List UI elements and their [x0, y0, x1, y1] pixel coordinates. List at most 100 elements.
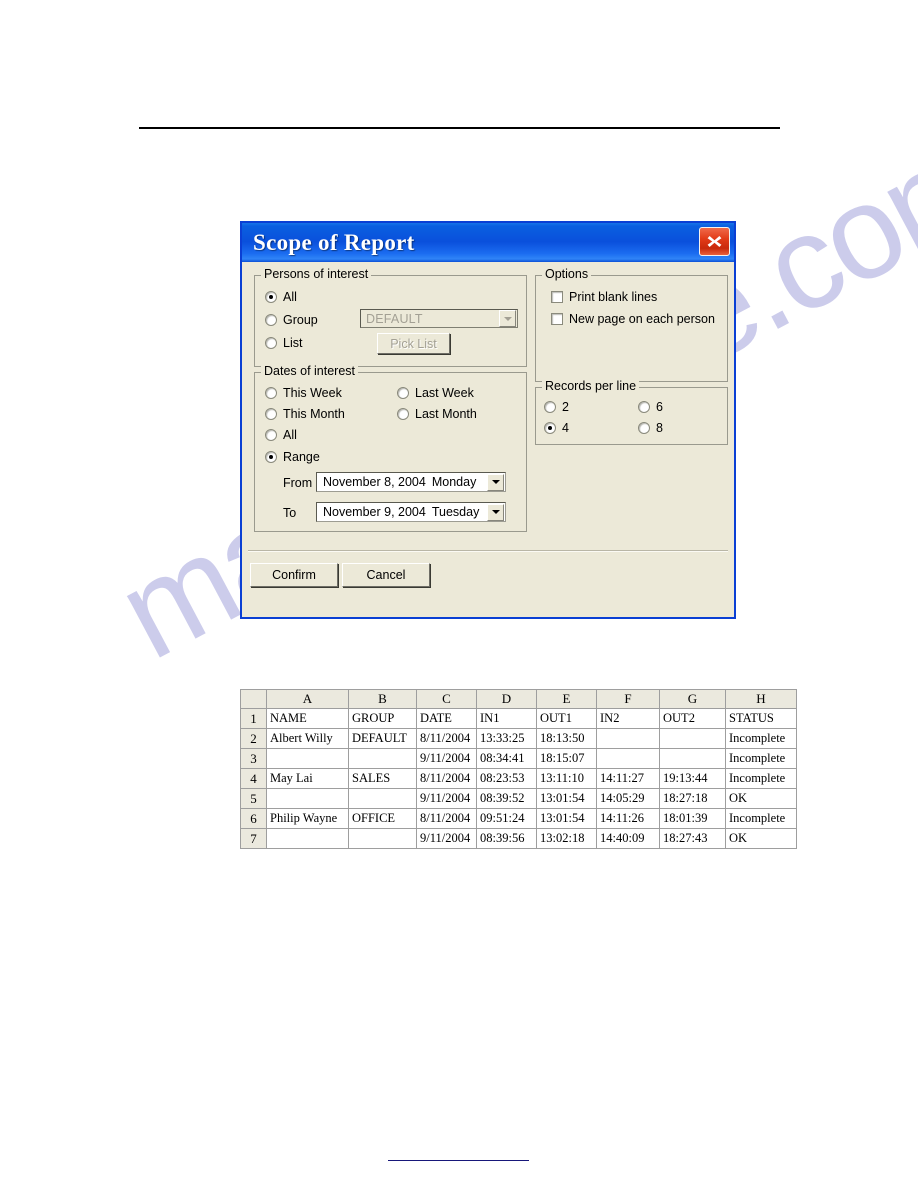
cell[interactable]: Incomplete — [725, 808, 797, 829]
chevron-down-icon[interactable] — [487, 503, 504, 521]
cell[interactable]: IN2 — [596, 708, 660, 729]
cell[interactable]: Incomplete — [725, 768, 797, 789]
cell[interactable]: 9/11/2004 — [416, 748, 477, 769]
cell[interactable]: DEFAULT — [348, 728, 417, 749]
radio-dates-last-week[interactable]: Last Week — [397, 386, 474, 400]
cell[interactable] — [659, 728, 726, 749]
from-date-field[interactable]: November 8, 2004 Monday — [316, 472, 506, 492]
persons-of-interest-group: Persons of interest All Group List DEFAU… — [254, 268, 527, 367]
cell[interactable] — [659, 748, 726, 769]
radio-persons-group[interactable]: Group — [265, 313, 318, 327]
cell[interactable]: 14:11:26 — [596, 808, 660, 829]
cell[interactable]: 18:27:18 — [659, 788, 726, 809]
cell[interactable] — [596, 728, 660, 749]
column-header-h[interactable]: H — [725, 689, 797, 709]
cell[interactable]: 8/11/2004 — [416, 768, 477, 789]
cell[interactable]: May Lai — [266, 768, 349, 789]
column-header-c[interactable]: C — [416, 689, 477, 709]
cell[interactable]: 13:01:54 — [536, 808, 597, 829]
cell[interactable]: 13:02:18 — [536, 828, 597, 849]
row-header[interactable]: 7 — [240, 828, 267, 849]
radio-records-4[interactable]: 4 — [544, 421, 569, 435]
row-header[interactable]: 3 — [240, 748, 267, 769]
cell[interactable]: 08:39:56 — [476, 828, 537, 849]
row-header[interactable]: 4 — [240, 768, 267, 789]
row-header[interactable]: 1 — [240, 708, 267, 729]
cell[interactable]: 19:13:44 — [659, 768, 726, 789]
radio-dates-all[interactable]: All — [265, 428, 297, 442]
select-all-corner[interactable] — [240, 689, 267, 709]
cancel-button[interactable]: Cancel — [342, 563, 430, 587]
scope-of-report-dialog: Scope of Report Persons of interest All … — [240, 221, 736, 619]
radio-records-2[interactable]: 2 — [544, 400, 569, 414]
cell[interactable]: 8/11/2004 — [416, 808, 477, 829]
radio-dates-last-month[interactable]: Last Month — [397, 407, 477, 421]
column-header-g[interactable]: G — [659, 689, 726, 709]
cell[interactable]: 18:27:43 — [659, 828, 726, 849]
pick-list-button[interactable]: Pick List — [377, 333, 450, 354]
column-header-d[interactable]: D — [476, 689, 537, 709]
cell[interactable]: OFFICE — [348, 808, 417, 829]
radio-records-6[interactable]: 6 — [638, 400, 663, 414]
cell[interactable] — [596, 748, 660, 769]
row-header[interactable]: 6 — [240, 808, 267, 829]
cell[interactable] — [266, 828, 349, 849]
radio-persons-all[interactable]: All — [265, 290, 297, 304]
cell[interactable]: 13:01:54 — [536, 788, 597, 809]
checkbox-print-blank-lines[interactable]: Print blank lines — [551, 290, 657, 304]
close-icon[interactable] — [699, 227, 730, 256]
column-header-f[interactable]: F — [596, 689, 660, 709]
cell[interactable] — [348, 788, 417, 809]
cell[interactable]: OUT2 — [659, 708, 726, 729]
cell[interactable]: 8/11/2004 — [416, 728, 477, 749]
cell[interactable]: Philip Wayne — [266, 808, 349, 829]
cell[interactable]: 13:33:25 — [476, 728, 537, 749]
column-header-b[interactable]: B — [348, 689, 417, 709]
radio-records-8[interactable]: 8 — [638, 421, 663, 435]
radio-label: List — [283, 336, 303, 350]
radio-dates-this-month[interactable]: This Month — [265, 407, 345, 421]
group-select[interactable]: DEFAULT — [360, 309, 518, 328]
chevron-down-icon[interactable] — [487, 473, 504, 491]
cell[interactable]: GROUP — [348, 708, 417, 729]
radio-dates-this-week[interactable]: This Week — [265, 386, 342, 400]
cell[interactable] — [266, 788, 349, 809]
cell[interactable]: IN1 — [476, 708, 537, 729]
cell[interactable] — [348, 828, 417, 849]
cell[interactable]: Incomplete — [725, 748, 797, 769]
row-header[interactable]: 2 — [240, 728, 267, 749]
cell[interactable]: 08:34:41 — [476, 748, 537, 769]
cell[interactable] — [266, 748, 349, 769]
cell[interactable]: 14:40:09 — [596, 828, 660, 849]
cell[interactable]: OUT1 — [536, 708, 597, 729]
cell[interactable]: 08:39:52 — [476, 788, 537, 809]
cell[interactable] — [348, 748, 417, 769]
row-header[interactable]: 5 — [240, 788, 267, 809]
column-header-e[interactable]: E — [536, 689, 597, 709]
cell[interactable]: 18:13:50 — [536, 728, 597, 749]
radio-indicator-icon — [265, 314, 277, 326]
cell[interactable]: 08:23:53 — [476, 768, 537, 789]
checkbox-new-page-each-person[interactable]: New page on each person — [551, 312, 715, 326]
radio-dates-range[interactable]: Range — [265, 450, 320, 464]
confirm-button[interactable]: Confirm — [250, 563, 338, 587]
to-date-field[interactable]: November 9, 2004 Tuesday — [316, 502, 506, 522]
cell[interactable]: Incomplete — [725, 728, 797, 749]
column-header-a[interactable]: A — [266, 689, 349, 709]
cell[interactable]: 09:51:24 — [476, 808, 537, 829]
cell[interactable]: 18:01:39 — [659, 808, 726, 829]
cell[interactable]: NAME — [266, 708, 349, 729]
cell[interactable]: Albert Willy — [266, 728, 349, 749]
cell[interactable]: STATUS — [725, 708, 797, 729]
cell[interactable]: 18:15:07 — [536, 748, 597, 769]
cell[interactable]: 14:11:27 — [596, 768, 660, 789]
cell[interactable]: 14:05:29 — [596, 788, 660, 809]
cell[interactable]: OK — [725, 788, 797, 809]
cell[interactable]: OK — [725, 828, 797, 849]
cell[interactable]: DATE — [416, 708, 477, 729]
cell[interactable]: SALES — [348, 768, 417, 789]
radio-persons-list[interactable]: List — [265, 336, 302, 350]
cell[interactable]: 9/11/2004 — [416, 828, 477, 849]
cell[interactable]: 9/11/2004 — [416, 788, 477, 809]
cell[interactable]: 13:11:10 — [536, 768, 597, 789]
